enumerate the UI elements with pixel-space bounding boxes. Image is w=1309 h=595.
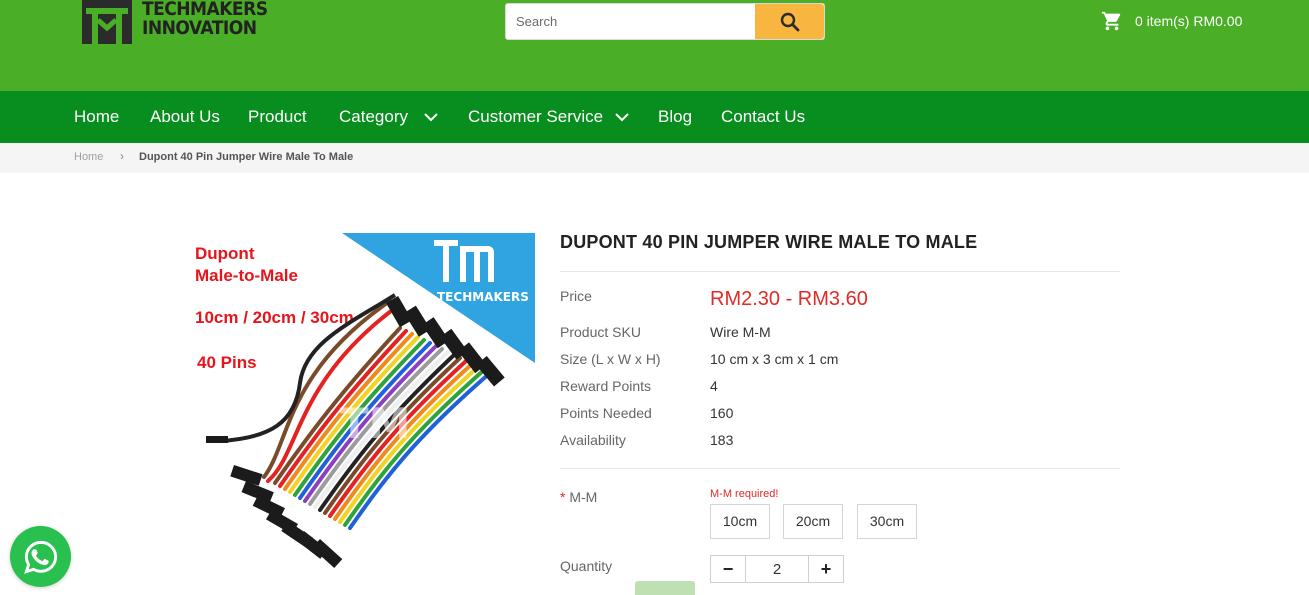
quantity-increase-button[interactable]: + xyxy=(809,556,843,582)
product-image[interactable]: TECHMAKERS Dupont Male-to-Male 10cm / 20… xyxy=(190,233,535,583)
spec-value-points-needed: 160 xyxy=(710,405,734,421)
divider xyxy=(560,271,1120,272)
quantity-decrease-button[interactable]: − xyxy=(711,556,745,582)
search-input[interactable] xyxy=(506,4,756,39)
quantity-label: Quantity xyxy=(560,558,613,574)
image-line-2: Male-to-Male xyxy=(195,266,298,285)
spec-label-sku: Product SKU xyxy=(560,324,641,340)
site-logo[interactable]: TECHMAKERS INNOVATION xyxy=(80,0,270,46)
nav-product[interactable]: Product xyxy=(248,91,307,143)
option-name: M-M xyxy=(569,489,598,505)
nav-contact-us[interactable]: Contact Us xyxy=(721,91,805,143)
divider xyxy=(560,468,1120,469)
logo-line-2: INNOVATION xyxy=(142,17,257,39)
breadcrumb-home[interactable]: Home xyxy=(74,151,103,163)
logo-text: TECHMAKERS INNOVATION xyxy=(142,0,268,39)
main-nav: Home About Us Product Category Customer … xyxy=(0,91,1309,143)
chevron-down-icon[interactable] xyxy=(424,111,438,123)
image-line-3: 10cm / 20cm / 30cm xyxy=(195,308,354,327)
search-button[interactable] xyxy=(755,4,824,39)
cart-icon xyxy=(1101,11,1121,31)
nav-blog[interactable]: Blog xyxy=(658,91,692,143)
image-line-4: 40 Pins xyxy=(197,353,257,372)
option-error: M-M required! xyxy=(710,488,779,500)
breadcrumb: Home › Dupont 40 Pin Jumper Wire Male To… xyxy=(0,143,1309,173)
whatsapp-button[interactable] xyxy=(10,526,71,587)
nav-category[interactable]: Category xyxy=(339,91,408,143)
product-title: DUPONT 40 PIN JUMPER WIRE MALE TO MALE xyxy=(560,232,978,252)
add-to-cart-button[interactable] xyxy=(635,581,695,595)
nav-customer-service[interactable]: Customer Service xyxy=(468,91,603,143)
site-header: TECHMAKERS INNOVATION 0 item(s) RM0.00 xyxy=(0,0,1309,91)
spec-value-size: 10 cm x 3 cm x 1 cm xyxy=(710,351,839,367)
spec-value-sku: Wire M-M xyxy=(710,324,771,340)
product-photo: TECHMAKERS Dupont Male-to-Male 10cm / 20… xyxy=(190,233,535,583)
chevron-down-icon[interactable] xyxy=(615,111,629,123)
nav-home[interactable]: Home xyxy=(74,91,119,143)
option-10cm[interactable]: 10cm xyxy=(710,504,770,539)
product-price: RM2.30 - RM3.60 xyxy=(710,288,868,310)
spec-label-reward-points: Reward Points xyxy=(560,378,652,394)
spec-label-size: Size (L x W x H) xyxy=(560,351,661,367)
price-label: Price xyxy=(560,288,592,304)
image-brand-text: TECHMAKERS xyxy=(437,290,529,304)
spec-label-availability: Availability xyxy=(560,432,626,448)
nav-about-us[interactable]: About Us xyxy=(150,91,220,143)
cart-summary[interactable]: 0 item(s) RM0.00 xyxy=(1101,10,1242,32)
breadcrumb-current: Dupont 40 Pin Jumper Wire Male To Male xyxy=(139,151,354,163)
quantity-stepper: − + xyxy=(710,555,844,583)
quantity-input[interactable] xyxy=(745,556,809,582)
option-30cm[interactable]: 30cm xyxy=(857,504,917,539)
cart-text: 0 item(s) RM0.00 xyxy=(1135,13,1243,29)
spec-value-reward-points: 4 xyxy=(710,378,718,394)
search-icon xyxy=(780,12,799,31)
image-line-1: Dupont xyxy=(195,244,255,263)
search-bar xyxy=(505,3,825,40)
spec-label-points-needed: Points Needed xyxy=(560,405,652,421)
option-20cm[interactable]: 20cm xyxy=(783,504,843,539)
image-watermark: TM xyxy=(340,399,410,448)
logo-mark-icon xyxy=(82,0,132,44)
option-label: * M-M xyxy=(560,489,597,505)
required-mark: * xyxy=(560,489,566,505)
breadcrumb-separator: › xyxy=(120,149,124,163)
whatsapp-icon xyxy=(23,540,57,574)
spec-value-availability: 183 xyxy=(710,432,734,448)
